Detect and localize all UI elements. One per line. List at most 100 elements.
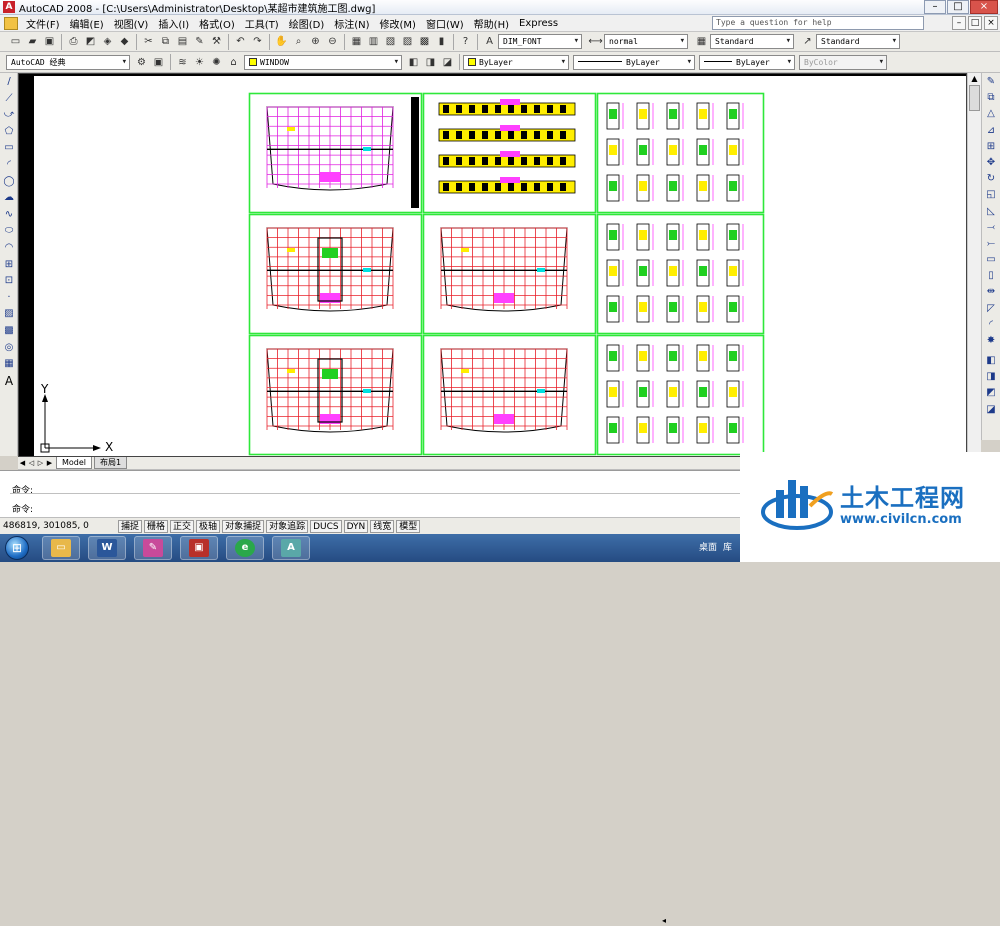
taskbar-autocad[interactable]: A (272, 536, 310, 560)
paste-icon[interactable]: ▤ (175, 34, 190, 49)
layer-state-icon[interactable]: ◪ (440, 55, 455, 70)
publish-icon[interactable]: ◈ (100, 34, 115, 49)
menu-draw[interactable]: 绘图(D) (284, 16, 330, 31)
scroll-thumb[interactable] (969, 85, 980, 111)
help-search-input[interactable]: Type a question for help (712, 16, 924, 30)
tool-palettes-icon[interactable]: ▧ (383, 34, 398, 49)
scroll-up-icon[interactable]: ▲ (969, 73, 980, 84)
menu-window[interactable]: 窗口(W) (421, 16, 469, 31)
plotstyle-select[interactable]: ByColor (799, 54, 887, 70)
save-icon[interactable]: ▣ (42, 34, 57, 49)
layer-select[interactable]: WINDOW (244, 54, 402, 70)
text-style-select[interactable]: DIM_FONT (498, 34, 582, 49)
make-current-layer-icon[interactable]: ◧ (406, 55, 421, 70)
color-select[interactable]: ByLayer (463, 54, 569, 70)
gradient-icon[interactable]: ▩ (2, 324, 16, 338)
polar-toggle[interactable]: 极轴 (196, 519, 221, 533)
break-icon[interactable]: ▯ (984, 269, 998, 283)
doc-minimize-button[interactable]: – (952, 16, 966, 30)
workspace-settings-icon[interactable]: ⚙ (134, 55, 149, 70)
hatch-icon[interactable]: ▨ (2, 307, 16, 321)
doc-restore-button[interactable]: □ (968, 16, 982, 30)
table-icon[interactable]: ▦ (2, 357, 16, 371)
ellipse-icon[interactable]: ⬭ (2, 224, 16, 238)
multileader-style-select[interactable]: Standard (816, 34, 900, 49)
menu-edit[interactable]: 编辑(E) (65, 16, 109, 31)
menu-modify[interactable]: 修改(M) (375, 16, 421, 31)
menu-help[interactable]: 帮助(H) (469, 16, 514, 31)
plot-preview-icon[interactable]: ◩ (83, 34, 98, 49)
workspace-save-icon[interactable]: ▣ (151, 55, 166, 70)
send-back-icon[interactable]: ◩ (984, 386, 998, 400)
zoom-previous-icon[interactable]: ⊖ (325, 34, 340, 49)
draworder-icon[interactable]: ◧ (984, 354, 998, 368)
help-icon[interactable]: ? (458, 34, 473, 49)
model-toggle[interactable]: 模型 (396, 519, 421, 533)
autocad-app-icon[interactable]: A (3, 1, 15, 13)
make-block-icon[interactable]: ⊡ (2, 274, 16, 288)
move-icon[interactable]: ✥ (984, 156, 998, 170)
last-tab-icon[interactable]: ▶ (45, 458, 54, 468)
close-button[interactable]: × (970, 0, 998, 14)
menu-view[interactable]: 视图(V) (109, 16, 154, 31)
redo-icon[interactable]: ↷ (250, 34, 265, 49)
menu-tools[interactable]: 工具(T) (240, 16, 284, 31)
taskbar-explorer[interactable]: ▭ (42, 536, 80, 560)
dim-style-select[interactable]: normal (604, 34, 688, 49)
layer-manager-icon[interactable]: ≋ (175, 55, 190, 70)
dyn-toggle[interactable]: DYN (343, 519, 369, 533)
copy-object-icon[interactable]: ⧉ (984, 91, 998, 105)
print-icon[interactable]: ⎙ (66, 34, 81, 49)
drawing-sheet[interactable] (596, 213, 765, 335)
fillet-icon[interactable]: ◜ (984, 318, 998, 332)
taskbar-browser[interactable]: e (226, 536, 264, 560)
start-button[interactable]: ⊞ (0, 534, 34, 562)
undo-icon[interactable]: ↶ (233, 34, 248, 49)
polygon-icon[interactable]: ⬠ (2, 125, 16, 139)
doc-close-button[interactable]: × (984, 16, 998, 30)
model-space[interactable] (34, 76, 966, 456)
ellipse-arc-icon[interactable]: ◠ (2, 241, 16, 255)
circle-icon[interactable]: ◯ (2, 175, 16, 189)
tab-layout1[interactable]: 布局1 (94, 457, 128, 469)
mirror-icon[interactable]: △ (984, 107, 998, 121)
design-center-icon[interactable]: ▥ (366, 34, 381, 49)
maximize-button[interactable]: □ (947, 0, 969, 14)
layer-previous-icon[interactable]: ◨ (423, 55, 438, 70)
rectangle-icon[interactable]: ▭ (2, 141, 16, 155)
grid-toggle[interactable]: 栅格 (144, 519, 169, 533)
bring-front-icon[interactable]: ◨ (984, 370, 998, 384)
stretch-icon[interactable]: ◺ (984, 205, 998, 219)
menu-insert[interactable]: 插入(I) (153, 16, 194, 31)
copy-icon[interactable]: ⧉ (158, 34, 173, 49)
tray-library-label[interactable]: 库 (723, 540, 732, 553)
menu-express[interactable]: Express (514, 18, 563, 29)
taskbar-word[interactable]: W (88, 536, 126, 560)
block-editor-icon[interactable]: ⚒ (209, 34, 224, 49)
tab-model[interactable]: Model (56, 457, 93, 469)
horizontal-scrollbar[interactable]: ◂ (662, 916, 762, 926)
markup-icon[interactable]: ▩ (417, 34, 432, 49)
zoom-realtime-icon[interactable]: ⌕ (291, 34, 306, 49)
coordinate-display[interactable]: 486819, 301085, 0 (0, 521, 118, 531)
construction-line-icon[interactable]: ⟋ (2, 92, 16, 106)
osnap-toggle[interactable]: 对象捕捉 (222, 519, 265, 533)
insert-block-icon[interactable]: ⊞ (2, 258, 16, 272)
first-tab-icon[interactable]: ◀ (18, 458, 27, 468)
scale-icon[interactable]: ◱ (984, 188, 998, 202)
lineweight-toggle[interactable]: 线宽 (370, 519, 395, 533)
point-icon[interactable]: · (2, 291, 16, 305)
region-icon[interactable]: ◎ (2, 341, 16, 355)
erase-icon[interactable]: ✎ (984, 75, 998, 89)
sheet-set-icon[interactable]: ▨ (400, 34, 415, 49)
taskbar-paint[interactable]: ✎ (134, 536, 172, 560)
3d-dwf-icon[interactable]: ◆ (117, 34, 132, 49)
command-prompt[interactable]: 命令: (12, 502, 33, 515)
rotate-icon[interactable]: ↻ (984, 172, 998, 186)
drawing-sheet[interactable] (596, 92, 765, 214)
text-front-icon[interactable]: ◪ (984, 403, 998, 417)
table-style-select[interactable]: Standard (710, 34, 794, 49)
join-icon[interactable]: ⇹ (984, 285, 998, 299)
multiline-text-icon[interactable]: A (2, 374, 16, 388)
drawing-sheet[interactable] (422, 92, 597, 214)
